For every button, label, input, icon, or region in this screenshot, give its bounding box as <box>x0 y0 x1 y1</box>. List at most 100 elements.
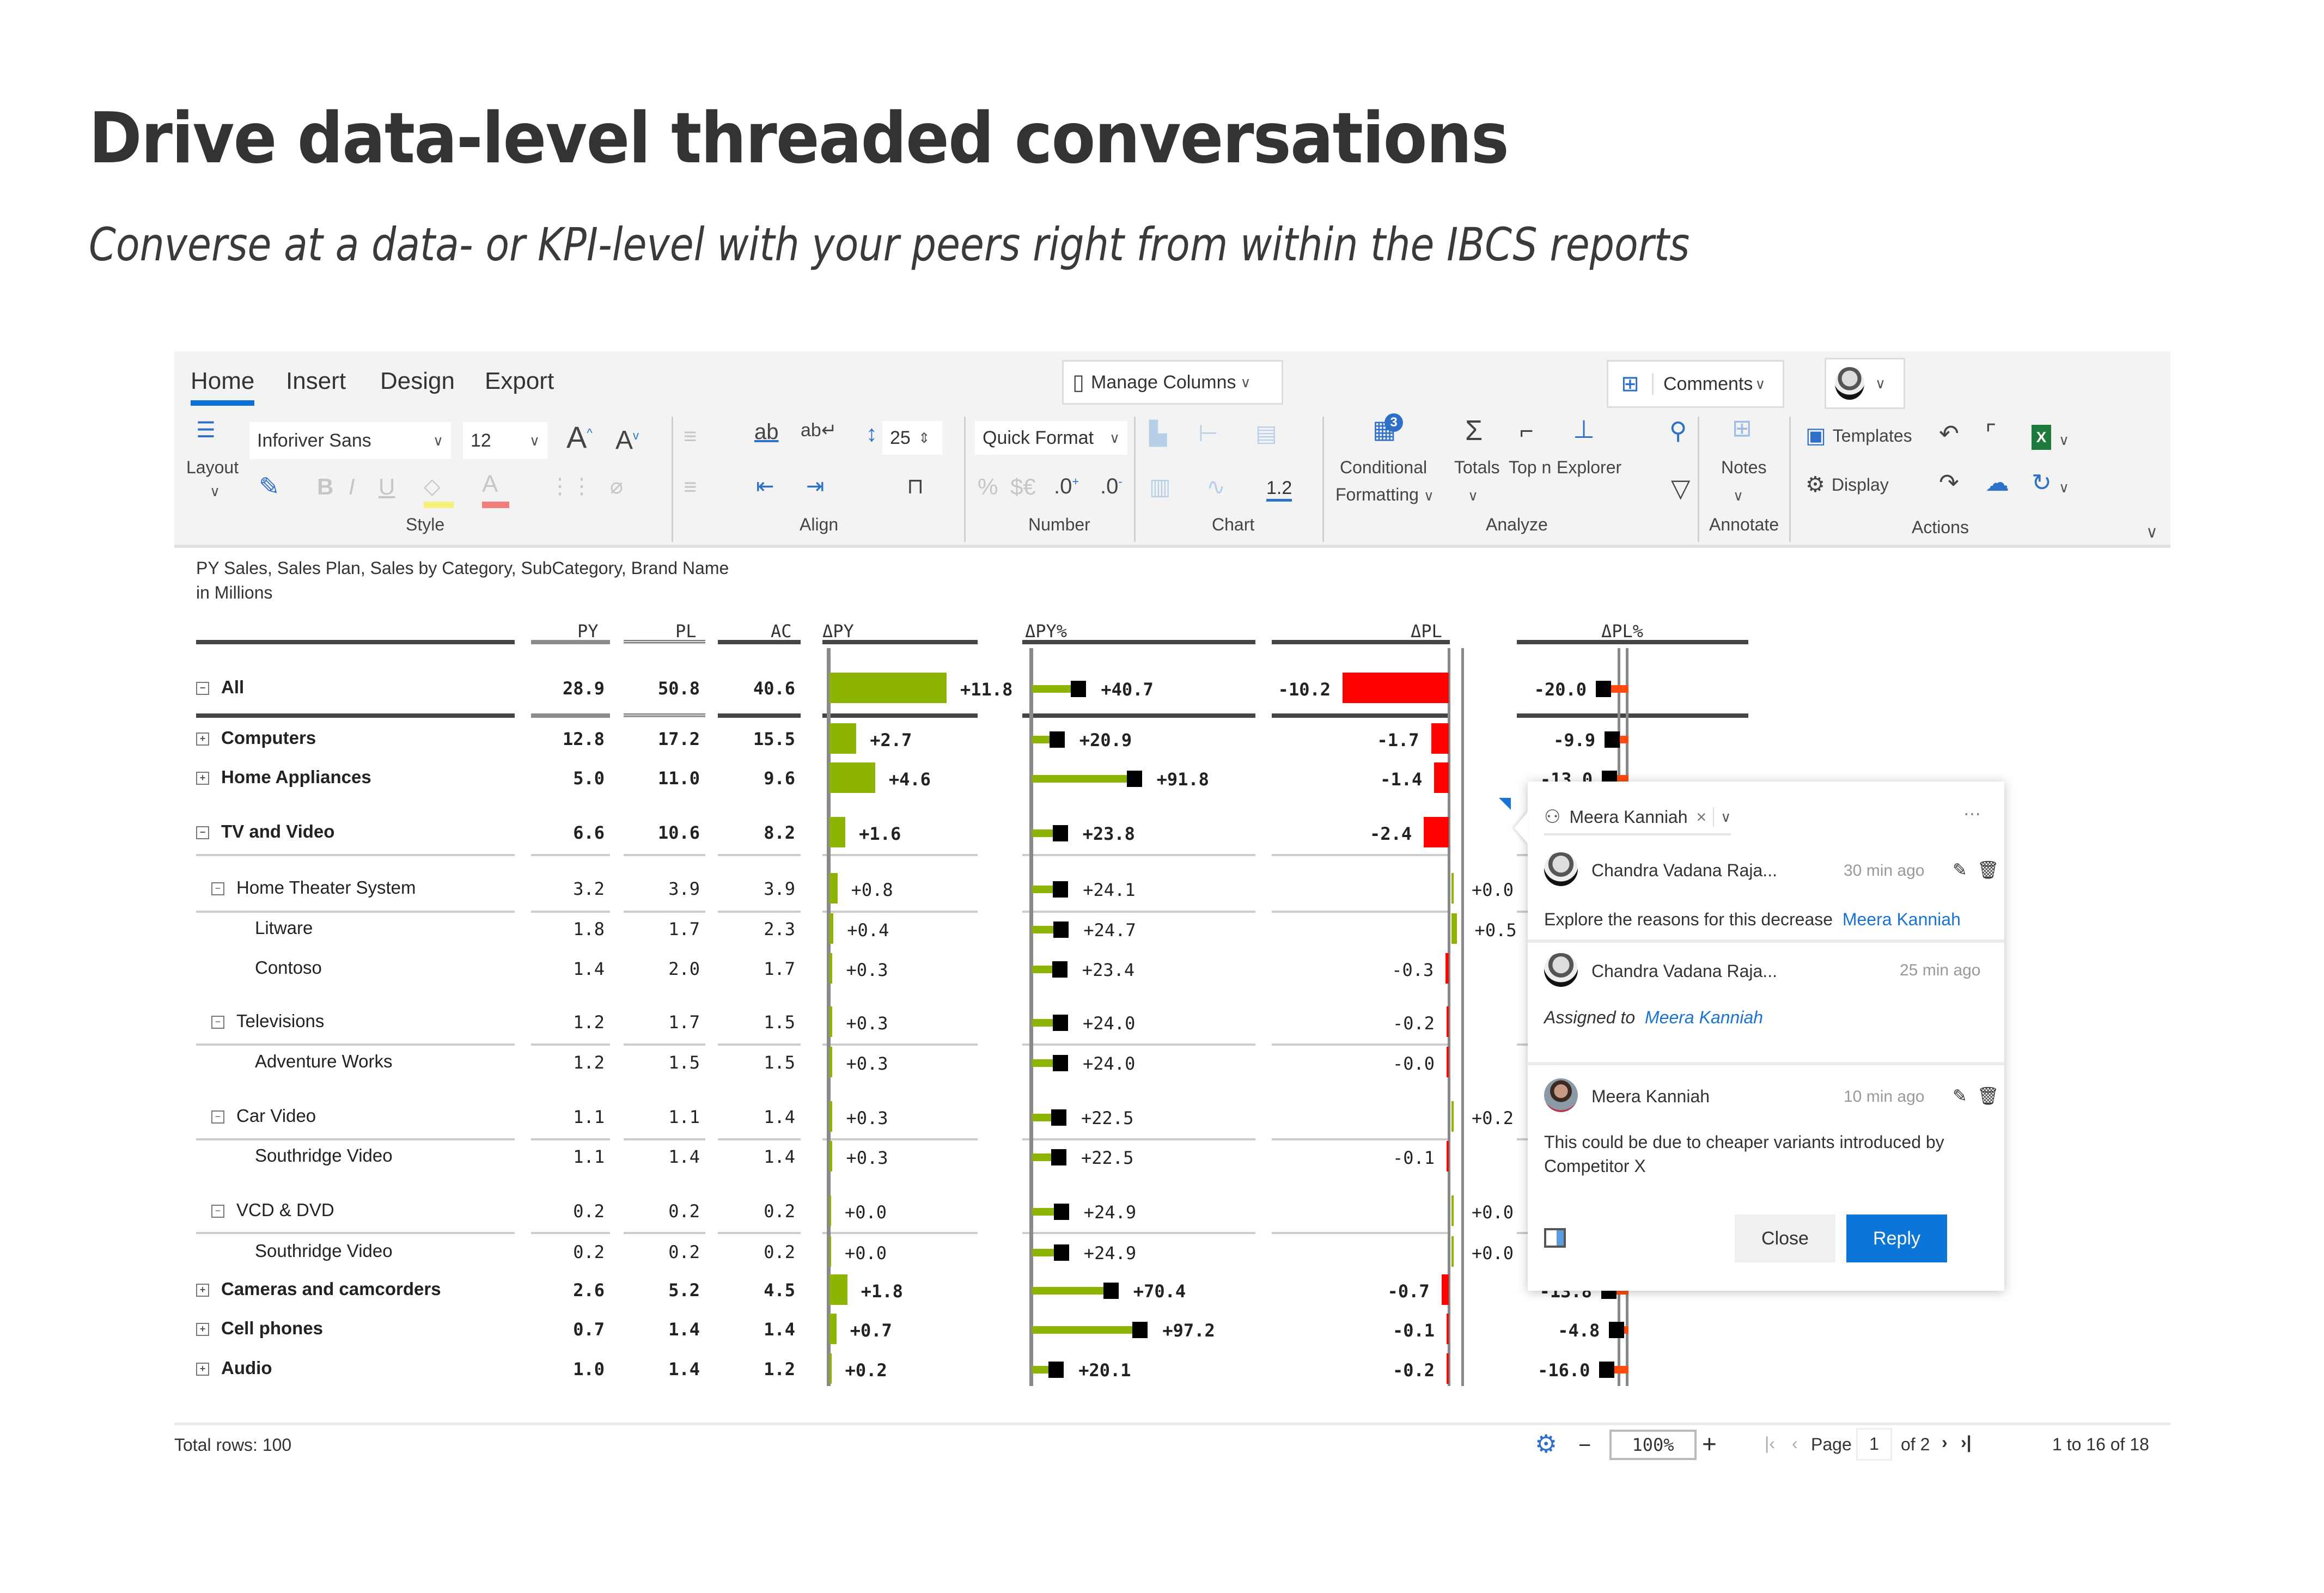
totals-icon[interactable]: Σ <box>1465 417 1483 445</box>
collapse-icon[interactable]: − <box>196 682 209 695</box>
page-number-input[interactable]: 1 <box>1856 1428 1892 1461</box>
mention-link[interactable]: Meera Kanniah <box>1645 1008 1763 1027</box>
refresh-icon[interactable]: ↻ <box>2032 471 2052 495</box>
currency-icon[interactable]: $€ <box>1010 475 1036 498</box>
table-row-label[interactable]: + Cameras and camcorders <box>196 1279 441 1299</box>
decrease-font-icon[interactable]: Av <box>615 428 639 454</box>
percent-icon[interactable]: % <box>978 475 998 498</box>
increase-indent-icon[interactable]: ⇥ <box>806 475 825 497</box>
wrap-text-icon[interactable]: ab↵ <box>801 421 837 440</box>
fill-color-icon[interactable]: ◇ <box>424 475 454 508</box>
first-page-button[interactable]: |‹ <box>1765 1433 1775 1454</box>
expand-icon[interactable]: + <box>196 1284 209 1297</box>
redo-icon[interactable]: ↷ <box>1939 471 1959 495</box>
expand-icon[interactable]: + <box>196 1323 209 1336</box>
expand-icon[interactable]: + <box>196 1363 209 1376</box>
notes-label[interactable]: Notes <box>1721 457 1767 478</box>
explorer-label[interactable]: Explorer <box>1557 457 1621 478</box>
conditional-label[interactable]: Conditional <box>1340 457 1427 478</box>
text-direction-icon[interactable]: ab <box>754 421 779 443</box>
manage-columns-button[interactable]: ▯ Manage Columns ∨ <box>1062 360 1283 405</box>
totals-label[interactable]: Totals <box>1454 457 1500 478</box>
delete-icon[interactable]: 🗑 <box>1977 1085 1999 1106</box>
comment-indicator[interactable] <box>1499 798 1511 810</box>
row-height-input[interactable]: 25 ⇕ <box>882 421 942 455</box>
table-row-label[interactable]: − All <box>196 677 244 698</box>
layout-chevron-icon[interactable]: ∨ <box>210 483 220 500</box>
formatting-label[interactable]: Formatting ∨ <box>1335 485 1434 505</box>
layout-icon[interactable]: ☰ <box>196 419 216 441</box>
borders-icon[interactable]: ⋮⋮ <box>549 475 593 497</box>
close-button[interactable]: Close <box>1735 1214 1835 1262</box>
tab-insert[interactable]: Insert <box>286 368 346 395</box>
remove-assignee-icon[interactable]: × <box>1697 807 1707 827</box>
delete-icon[interactable]: 🗑 <box>1977 859 1999 880</box>
layout-label[interactable]: Layout <box>186 457 239 478</box>
undo-icon[interactable]: ↶ <box>1939 422 1959 446</box>
notes-icon[interactable]: ⊞ <box>1732 417 1752 441</box>
tab-export[interactable]: Export <box>485 368 554 395</box>
user-menu-button[interactable]: ∨ <box>1825 358 1905 409</box>
table-row-label[interactable]: + Home Appliances <box>196 767 371 788</box>
decrease-indent-icon[interactable]: ⇤ <box>756 475 774 497</box>
font-size-select[interactable]: 12 ∨ <box>463 422 547 459</box>
cloud-upload-icon[interactable]: ☁ <box>1985 471 2009 495</box>
increase-decimal-icon[interactable]: .0+ <box>1054 475 1079 497</box>
mention-link[interactable]: Meera Kanniah <box>1843 910 1961 929</box>
expand-icon[interactable]: + <box>196 772 209 785</box>
decrease-decimal-icon[interactable]: .0- <box>1100 475 1123 497</box>
next-page-button[interactable]: › <box>1942 1432 1948 1452</box>
font-color-icon[interactable]: A <box>482 472 509 508</box>
reply-button[interactable]: Reply <box>1846 1214 1947 1262</box>
stepper-icon[interactable]: ⇕ <box>918 430 930 447</box>
more-options-icon[interactable]: ⋯ <box>1963 803 1981 824</box>
totals-chevron-icon[interactable]: ∨ <box>1468 487 1478 504</box>
bar-chart-icon[interactable]: ▙ <box>1149 422 1167 445</box>
vertical-align-icon[interactable]: ≡ <box>684 475 697 498</box>
increase-font-icon[interactable]: A^ <box>566 422 593 453</box>
top-n-icon[interactable]: ⌐ <box>1520 419 1534 443</box>
expand-icon[interactable]: + <box>196 733 209 746</box>
zoom-in-button[interactable]: + <box>1702 1429 1717 1458</box>
collapse-icon[interactable]: − <box>211 882 224 896</box>
tab-design[interactable]: Design <box>380 368 455 395</box>
table-row-label[interactable]: − Televisions <box>211 1011 324 1032</box>
collapse-icon[interactable]: − <box>211 1205 224 1218</box>
underline-icon[interactable]: U <box>379 475 395 498</box>
table-row-label[interactable]: − TV and Video <box>196 821 334 842</box>
display-button[interactable]: ⚙ Display <box>1805 474 1889 496</box>
export-chevron-icon[interactable]: ∨ <box>2059 432 2069 449</box>
excel-export-icon[interactable]: X <box>2032 425 2051 450</box>
italic-icon[interactable]: I <box>349 475 355 498</box>
line-chart-icon[interactable]: ∿ <box>1206 475 1225 498</box>
assignee-picker[interactable]: ⚇ Meera Kanniah × ∨ <box>1544 806 1731 835</box>
zoom-out-button[interactable]: − <box>1578 1433 1591 1458</box>
previous-page-button[interactable]: ‹ <box>1792 1433 1798 1454</box>
notes-chevron-icon[interactable]: ∨ <box>1733 487 1743 504</box>
table-row-label[interactable]: − Car Video <box>211 1106 316 1126</box>
table-row-label[interactable]: + Cell phones <box>196 1318 323 1339</box>
conditional-formatting-button[interactable]: ▦ 3 <box>1373 413 1403 442</box>
clear-format-icon[interactable]: ⌀ <box>610 475 623 497</box>
row-height-icon[interactable]: ↕ <box>866 422 877 445</box>
column-chart-icon[interactable]: ▥ <box>1149 475 1171 498</box>
font-family-select[interactable]: Inforiver Sans ∨ <box>249 422 451 459</box>
decimal-display-button[interactable]: 1.2 <box>1266 478 1292 502</box>
format-painter-icon[interactable]: ✎ <box>259 474 280 499</box>
table-row-label[interactable]: − Home Theater System <box>211 877 416 898</box>
ruler-icon[interactable]: ⌜ <box>1985 422 1997 446</box>
table-row-label[interactable]: − VCD & DVD <box>211 1200 334 1220</box>
horizontal-align-icon[interactable]: ≡ <box>684 425 697 448</box>
collapse-icon[interactable]: − <box>196 826 209 840</box>
search-icon[interactable]: ⚲ <box>1669 419 1687 443</box>
refresh-chevron-icon[interactable]: ∨ <box>2059 479 2069 496</box>
chevron-down-icon[interactable]: ∨ <box>1721 809 1731 826</box>
collapse-icon[interactable]: − <box>211 1016 224 1029</box>
last-page-button[interactable]: ›| <box>1961 1432 1972 1452</box>
table-row-label[interactable]: + Audio <box>196 1358 272 1378</box>
panel-toggle-icon[interactable] <box>1544 1228 1566 1248</box>
explorer-icon[interactable]: ⊥ <box>1573 417 1595 442</box>
filter-icon[interactable]: ▽ <box>1671 475 1690 501</box>
edit-icon[interactable]: ✎ <box>1953 1085 1967 1106</box>
bold-icon[interactable]: B <box>317 475 333 498</box>
